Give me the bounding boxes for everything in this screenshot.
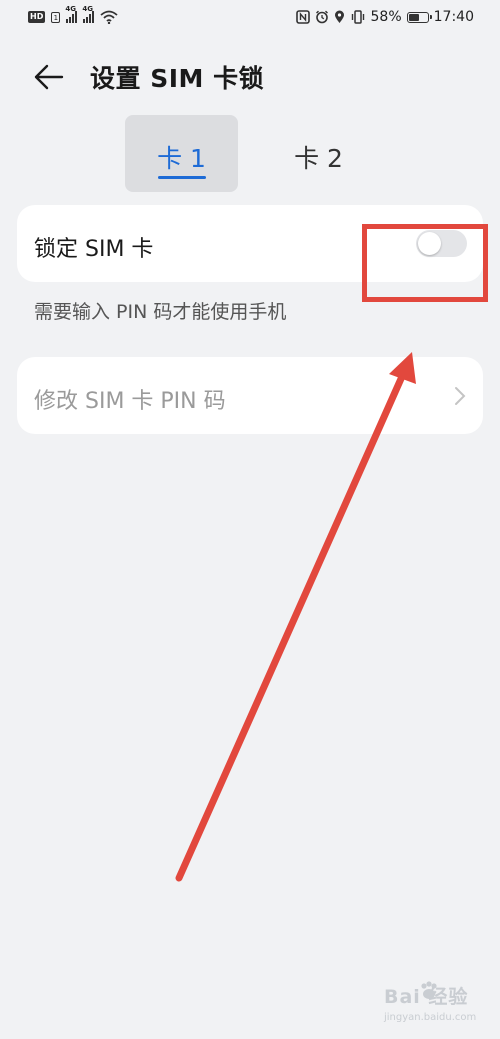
status-left: HD 1 4G 4G (28, 5, 118, 24)
annotation-highlight-box (362, 224, 488, 302)
chevron-right-icon (455, 387, 466, 405)
paw-icon (421, 981, 437, 999)
network-type-label: 4G (65, 5, 76, 13)
wifi-icon (100, 10, 118, 24)
nfc-icon (295, 10, 310, 24)
watermark: Bai 经验 jingyan.baidu.com (384, 981, 496, 1034)
page-title: 设置 SIM 卡锁 (90, 64, 265, 93)
change-pin-label: 修改 SIM 卡 PIN 码 (34, 389, 226, 414)
signal-icon-2: 4G (82, 5, 95, 23)
location-icon (334, 10, 344, 23)
battery-percent: 58% (370, 9, 402, 25)
annotation-arrow (175, 352, 416, 882)
change-pin-row[interactable]: 修改 SIM 卡 PIN 码 (17, 357, 483, 434)
battery-icon (406, 11, 432, 23)
lock-sim-label: 锁定 SIM 卡 (34, 237, 154, 262)
network-type-label-2: 4G (82, 5, 93, 13)
sim-indicator: 1 (51, 11, 61, 23)
active-tab-indicator (158, 176, 206, 179)
tab-card-2[interactable]: 卡 2 (262, 139, 375, 175)
hd-badge: HD (28, 11, 46, 23)
arrow-left-icon[interactable] (32, 60, 66, 94)
vibrate-icon (351, 10, 364, 24)
lock-sim-hint: 需要输入 PIN 码才能使用手机 (34, 301, 287, 323)
signal-icon: 4G (65, 5, 78, 23)
clock: 17:40 (433, 9, 474, 25)
alarm-icon (315, 10, 328, 24)
status-right: 58% 17:40 (295, 9, 474, 25)
tab-card-1-label[interactable]: 卡 1 (125, 139, 238, 175)
watermark-url: jingyan.baidu.com (384, 1012, 477, 1023)
status-bar: HD 1 4G 4G 58% 17:40 (0, 0, 500, 38)
